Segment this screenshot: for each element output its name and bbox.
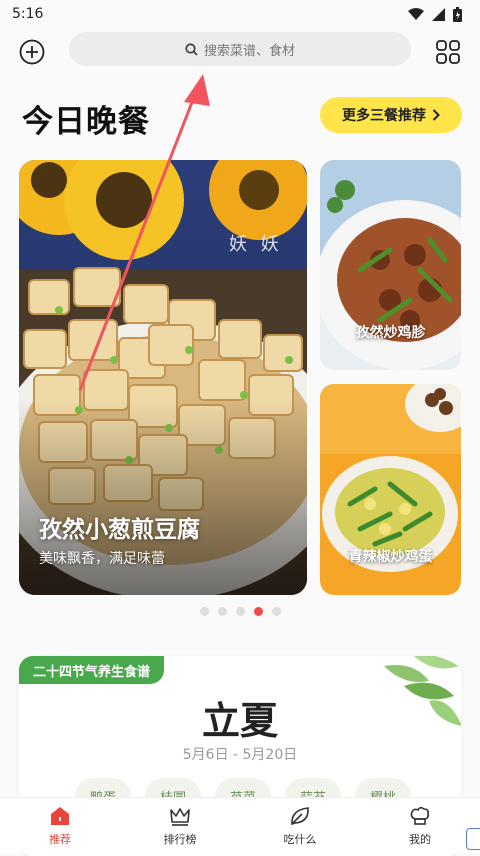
plus-circle-icon bbox=[19, 39, 45, 65]
carousel-dot[interactable] bbox=[218, 607, 227, 616]
more-meals-button[interactable]: 更多三餐推荐 bbox=[320, 97, 462, 133]
tab-label: 我的 bbox=[409, 832, 431, 846]
search-bar[interactable]: 搜索菜谱、食材 bbox=[69, 32, 411, 66]
grid-icon bbox=[436, 40, 460, 64]
section-header: 今日晚餐 更多三餐推荐 bbox=[0, 92, 480, 140]
featured-recipe-title: 孜然小葱煎豆腐 bbox=[39, 517, 200, 543]
search-placeholder: 搜索菜谱、食材 bbox=[203, 43, 295, 59]
tab-what-to-eat[interactable]: 吃什么 bbox=[240, 798, 360, 853]
carousel-dot[interactable] bbox=[200, 607, 209, 616]
solar-term-badge: 二十四节气养生食谱 bbox=[19, 656, 165, 684]
tab-recommend[interactable]: 推荐 bbox=[0, 798, 120, 853]
add-button[interactable] bbox=[16, 36, 48, 68]
category-grid-button[interactable] bbox=[432, 36, 464, 68]
status-time: 5:16 bbox=[12, 6, 44, 22]
floating-helper-icon[interactable] bbox=[466, 828, 480, 850]
tab-profile[interactable]: 我的 bbox=[360, 798, 480, 853]
carousel-dot[interactable] bbox=[272, 607, 281, 616]
crown-icon bbox=[168, 805, 192, 827]
home-icon bbox=[48, 805, 72, 827]
tab-label: 吃什么 bbox=[283, 832, 317, 846]
carousel-indicator bbox=[200, 607, 281, 616]
featured-recipe-card[interactable]: 妖 妖 孜然小葱煎豆腐 美味飘香，满足味蕾 bbox=[19, 160, 307, 595]
bottom-tab-bar: 推荐 排行榜 吃什么 我的 bbox=[0, 797, 480, 853]
image-watermark: 妖 妖 bbox=[229, 234, 283, 255]
carousel-dot[interactable] bbox=[236, 607, 245, 616]
status-bar: 5:16 bbox=[0, 0, 480, 28]
carousel-dot-active[interactable] bbox=[254, 607, 263, 616]
featured-recipe-subtitle: 美味飘香，满足味蕾 bbox=[39, 551, 165, 567]
battery-icon bbox=[453, 6, 462, 22]
side-recipe-title-2: 青辣椒炒鸡蛋 bbox=[348, 549, 433, 565]
section-title: 今日晚餐 bbox=[22, 104, 150, 140]
tab-label: 排行榜 bbox=[163, 832, 197, 846]
signal-icon bbox=[432, 7, 445, 21]
side-recipe-card-1[interactable]: 孜然炒鸡胗 bbox=[320, 160, 461, 370]
chef-hat-icon bbox=[408, 805, 432, 827]
tab-label: 推荐 bbox=[49, 832, 71, 846]
app-header: 搜索菜谱、食材 bbox=[0, 28, 480, 78]
chevron-right-icon bbox=[432, 109, 440, 121]
side-recipe-card-2[interactable]: 青辣椒炒鸡蛋 bbox=[320, 384, 461, 595]
tab-ranking[interactable]: 排行榜 bbox=[120, 798, 240, 853]
solar-term-dates: 5月6日 - 5月20日 bbox=[182, 747, 298, 763]
side-recipe-title-1: 孜然炒鸡胗 bbox=[355, 325, 426, 341]
solar-term-name: 立夏 bbox=[201, 699, 278, 743]
leaf-icon bbox=[288, 805, 312, 827]
more-meals-label: 更多三餐推荐 bbox=[342, 108, 426, 124]
search-icon bbox=[185, 42, 198, 56]
wifi-icon bbox=[408, 8, 424, 20]
status-icons bbox=[408, 6, 462, 22]
